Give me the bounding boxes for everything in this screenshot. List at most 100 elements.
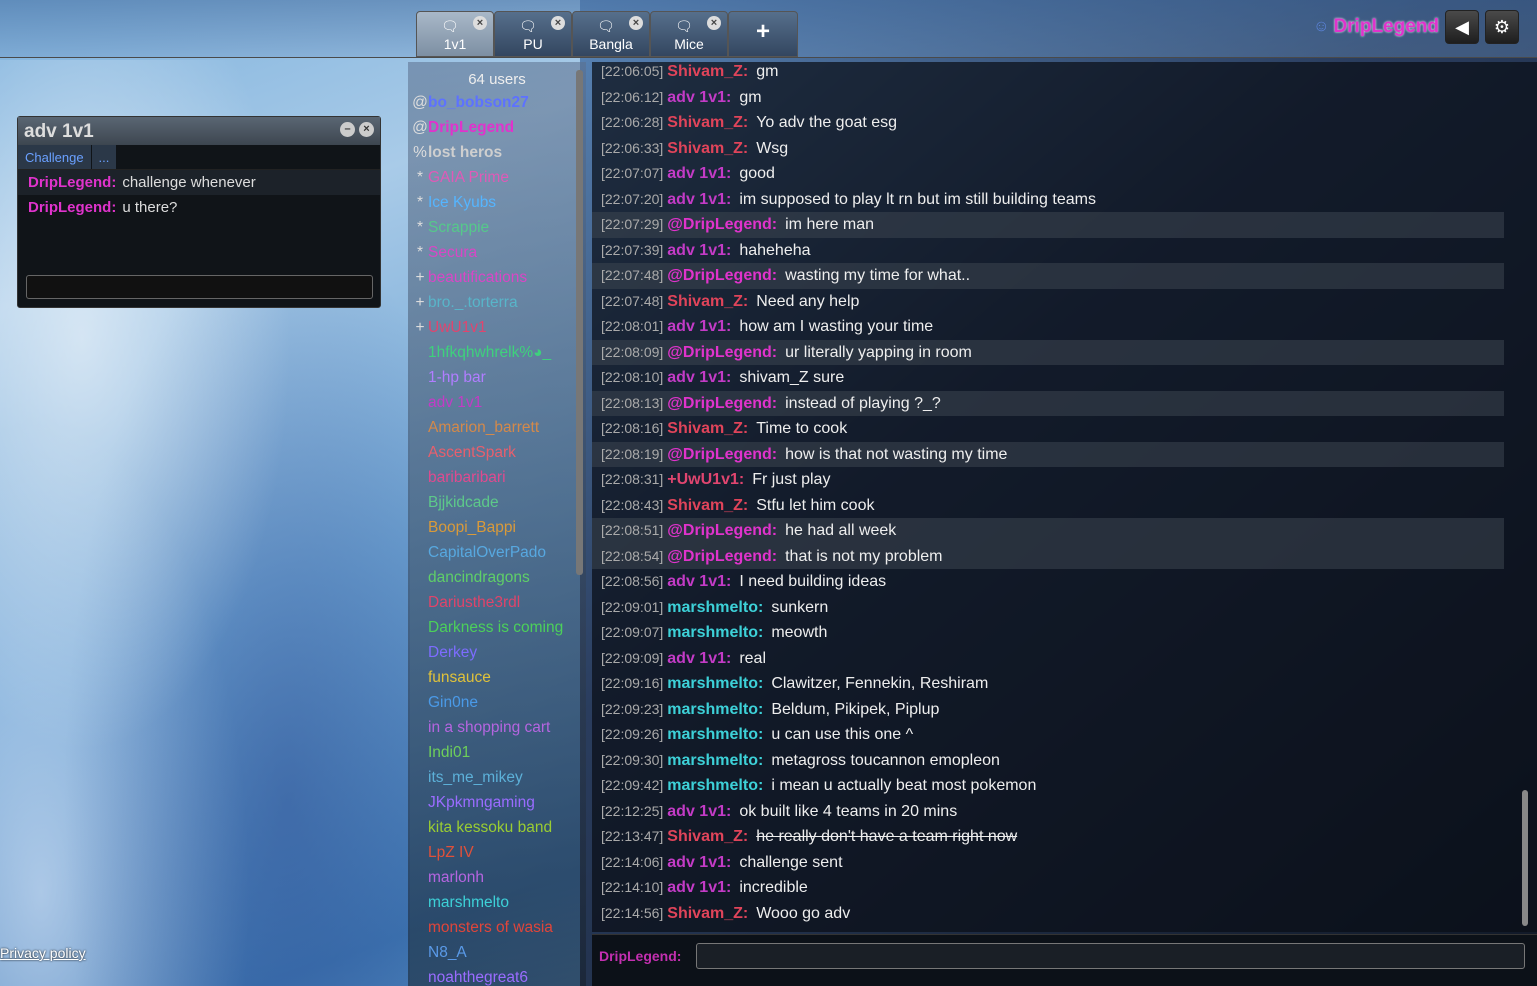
chat-username[interactable]: Shivam_Z: xyxy=(667,114,748,131)
chat-username[interactable]: Shivam_Z: xyxy=(667,420,748,437)
chat-username[interactable]: adv 1v1: xyxy=(667,369,731,386)
userlist-item[interactable]: marlonh xyxy=(408,869,586,894)
userlist-item[interactable]: + bro._.torterra xyxy=(408,294,586,319)
chat-username[interactable]: @DripLegend: xyxy=(667,522,777,539)
chat-username[interactable]: marshmelto: xyxy=(667,624,763,641)
chat-username[interactable]: adv 1v1: xyxy=(667,803,731,820)
tab-pu[interactable]: 🗨 × PU xyxy=(494,11,572,57)
userlist-item[interactable]: 1hfkqhwhrelk%◕_ xyxy=(408,344,586,369)
chat-username[interactable]: adv 1v1: xyxy=(667,89,731,106)
userlist-item[interactable]: Indi01 xyxy=(408,744,586,769)
timestamp: [22:08:10] xyxy=(601,369,664,385)
chat-username[interactable]: marshmelto: xyxy=(667,752,763,769)
chat-username[interactable]: Shivam_Z: xyxy=(667,63,748,80)
close-tab-icon[interactable]: × xyxy=(551,16,565,30)
userlist-item[interactable]: Gin0ne xyxy=(408,694,586,719)
userlist-item[interactable]: LpZ IV xyxy=(408,844,586,869)
userlist-item[interactable]: @DripLegend xyxy=(408,119,586,144)
chat-username[interactable]: adv 1v1: xyxy=(667,650,731,667)
chat-username[interactable]: Shivam_Z: xyxy=(667,293,748,310)
userlist-item[interactable]: Derkey xyxy=(408,644,586,669)
challenge-button[interactable]: Challenge xyxy=(18,145,91,169)
chat-username[interactable]: marshmelto: xyxy=(667,726,763,743)
pm-sender[interactable]: DripLegend: xyxy=(28,199,116,216)
userlist-item[interactable]: JKpkmngaming xyxy=(408,794,586,819)
userlist-item[interactable]: * Secura xyxy=(408,244,586,269)
userlist-item[interactable]: N8_A xyxy=(408,944,586,969)
more-button[interactable]: ... xyxy=(91,145,117,169)
pm-sender[interactable]: DripLegend: xyxy=(28,174,116,191)
userlist-item[interactable]: + beautifications xyxy=(408,269,586,294)
chat-username[interactable]: adv 1v1: xyxy=(667,242,731,259)
userlist-item[interactable]: Amarion_barrett xyxy=(408,419,586,444)
chat-username[interactable]: marshmelto: xyxy=(667,599,763,616)
new-tab-button[interactable]: + xyxy=(728,11,798,57)
chat-username[interactable]: Shivam_Z: xyxy=(667,497,748,514)
chat-username[interactable]: marshmelto: xyxy=(667,675,763,692)
close-tab-icon[interactable]: × xyxy=(629,16,643,30)
tab-bangla[interactable]: 🗨 × Bangla xyxy=(572,11,650,57)
userlist-item[interactable]: monsters of wasia xyxy=(408,919,586,944)
pm-title-bar[interactable]: adv 1v1 – × xyxy=(18,117,380,145)
userlist-item[interactable]: AscentSpark xyxy=(408,444,586,469)
close-tab-icon[interactable]: × xyxy=(707,16,721,30)
chat-username[interactable]: adv 1v1: xyxy=(667,879,731,896)
close-icon[interactable]: × xyxy=(359,122,374,137)
userlist-item[interactable]: @bo_bobson27 xyxy=(408,94,586,119)
chat-username[interactable]: Shivam_Z: xyxy=(667,828,748,845)
userlist-item[interactable]: + UwU1v1 xyxy=(408,319,586,344)
chat-username[interactable]: adv 1v1: xyxy=(667,165,731,182)
chat-username[interactable]: Shivam_Z: xyxy=(667,905,748,922)
user-list: 64 users @bo_bobson27 @DripLegend %lost he… xyxy=(408,62,586,986)
chat-username[interactable]: @DripLegend: xyxy=(667,548,777,565)
userlist-item[interactable]: Boopi_Bappi xyxy=(408,519,586,544)
userlist-item[interactable]: funsauce xyxy=(408,669,586,694)
chat-username[interactable]: marshmelto: xyxy=(667,701,763,718)
privacy-policy-link[interactable]: Privacy policy xyxy=(0,945,86,961)
current-username[interactable]: DripLegend xyxy=(1333,16,1439,38)
chat-username[interactable]: @DripLegend: xyxy=(667,446,777,463)
userlist-item[interactable]: %lost heros xyxy=(408,144,586,169)
chat-username[interactable]: @DripLegend: xyxy=(667,216,777,233)
userlist-item[interactable]: noahthegreat6 xyxy=(408,969,586,986)
pm-input[interactable] xyxy=(26,275,373,299)
userlist-item[interactable]: * GAIA Prime xyxy=(408,169,586,194)
tab-1v1[interactable]: 🗨 × 1v1 xyxy=(416,11,494,57)
userlist-item[interactable]: Dariusthe3rdl xyxy=(408,594,586,619)
userlist-item[interactable]: CapitalOverPado xyxy=(408,544,586,569)
userlist-item[interactable]: in a shopping cart xyxy=(408,719,586,744)
userlist-item[interactable]: Darkness is coming xyxy=(408,619,586,644)
chat-username[interactable]: @DripLegend: xyxy=(667,267,777,284)
chat-input[interactable] xyxy=(696,943,1525,969)
chat-username[interactable]: marshmelto: xyxy=(667,777,763,794)
chat-username[interactable]: adv 1v1: xyxy=(667,854,731,871)
timestamp: [22:09:09] xyxy=(601,649,664,666)
timestamp: [22:07:48] xyxy=(601,267,664,283)
userlist-item[interactable]: its_me_mikey xyxy=(408,769,586,794)
userlist-item[interactable]: Bjjkidcade xyxy=(408,494,586,519)
chat-username[interactable]: @DripLegend: xyxy=(667,344,777,361)
tab-mice[interactable]: 🗨 × Mice xyxy=(650,11,728,57)
user-name: Boopi_Bappi xyxy=(428,519,516,536)
minimize-icon[interactable]: – xyxy=(340,122,355,137)
userlist-item[interactable]: marshmelto xyxy=(408,894,586,919)
userlist-item[interactable]: adv 1v1 xyxy=(408,394,586,419)
chat-username[interactable]: +UwU1v1: xyxy=(667,471,744,488)
sound-button[interactable]: ◀ xyxy=(1445,10,1479,44)
close-tab-icon[interactable]: × xyxy=(473,16,487,30)
userlist-item[interactable]: * Ice Kyubs xyxy=(408,194,586,219)
userlist-item[interactable]: kita kessoku band xyxy=(408,819,586,844)
userlist-item[interactable]: dancindragons xyxy=(408,569,586,594)
user-indicator[interactable]: ☺ DripLegend xyxy=(1313,16,1439,38)
userlist-scrollbar[interactable] xyxy=(576,70,583,575)
userlist-item[interactable]: * Scrappie xyxy=(408,219,586,244)
chat-username[interactable]: adv 1v1: xyxy=(667,191,731,208)
chat-scrollbar[interactable] xyxy=(1522,790,1528,926)
chat-username[interactable]: Shivam_Z: xyxy=(667,140,748,157)
chat-username[interactable]: adv 1v1: xyxy=(667,318,731,335)
settings-button[interactable]: ⚙ xyxy=(1485,10,1519,44)
userlist-item[interactable]: 1-hp bar xyxy=(408,369,586,394)
chat-username[interactable]: @DripLegend: xyxy=(667,395,777,412)
chat-username[interactable]: adv 1v1: xyxy=(667,573,731,590)
userlist-item[interactable]: baribaribari xyxy=(408,469,586,494)
